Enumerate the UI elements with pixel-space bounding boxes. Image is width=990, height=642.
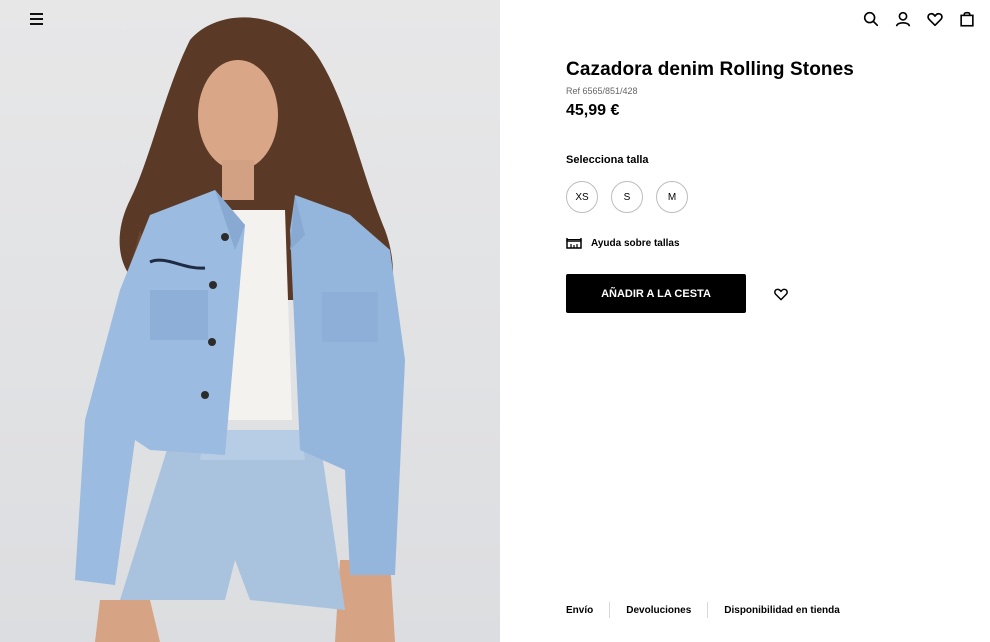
divider — [609, 602, 611, 618]
product-info: Cazadora denim Rolling Stones Ref 6565/8… — [566, 58, 946, 313]
size-option-m[interactable]: M — [656, 181, 688, 213]
wishlist-heart-icon[interactable] — [773, 286, 789, 302]
menu-icon[interactable] — [28, 10, 46, 28]
product-price: 45,99 € — [566, 102, 620, 119]
size-help-label: Ayuda sobre tallas — [591, 237, 680, 249]
search-icon[interactable] — [862, 10, 880, 28]
size-label: Selecciona talla — [566, 154, 649, 166]
size-option-xs[interactable]: XS — [566, 181, 598, 213]
bag-icon[interactable] — [958, 10, 976, 28]
product-title: Cazadora denim Rolling Stones — [566, 59, 854, 80]
ruler-icon — [566, 238, 582, 249]
header-icons — [862, 10, 976, 28]
heart-icon[interactable] — [926, 10, 944, 28]
size-option-s[interactable]: S — [611, 181, 643, 213]
footer-links: Envío Devoluciones Disponibilidad en tie… — [566, 602, 840, 618]
divider — [707, 602, 709, 618]
store-availability-link[interactable]: Disponibilidad en tienda — [724, 605, 840, 616]
user-icon[interactable] — [894, 10, 912, 28]
add-to-cart-button[interactable]: AÑADIR A LA CESTA — [566, 274, 746, 313]
product-ref: Ref 6565/851/428 — [566, 86, 638, 96]
size-help-link[interactable]: Ayuda sobre tallas — [566, 237, 946, 249]
product-photo — [75, 17, 405, 642]
shipping-link[interactable]: Envío — [566, 605, 593, 616]
product-actions: AÑADIR A LA CESTA — [566, 274, 946, 313]
returns-link[interactable]: Devoluciones — [626, 605, 691, 616]
product-photo-panel — [0, 0, 500, 642]
size-selector: XS S M — [566, 181, 946, 213]
